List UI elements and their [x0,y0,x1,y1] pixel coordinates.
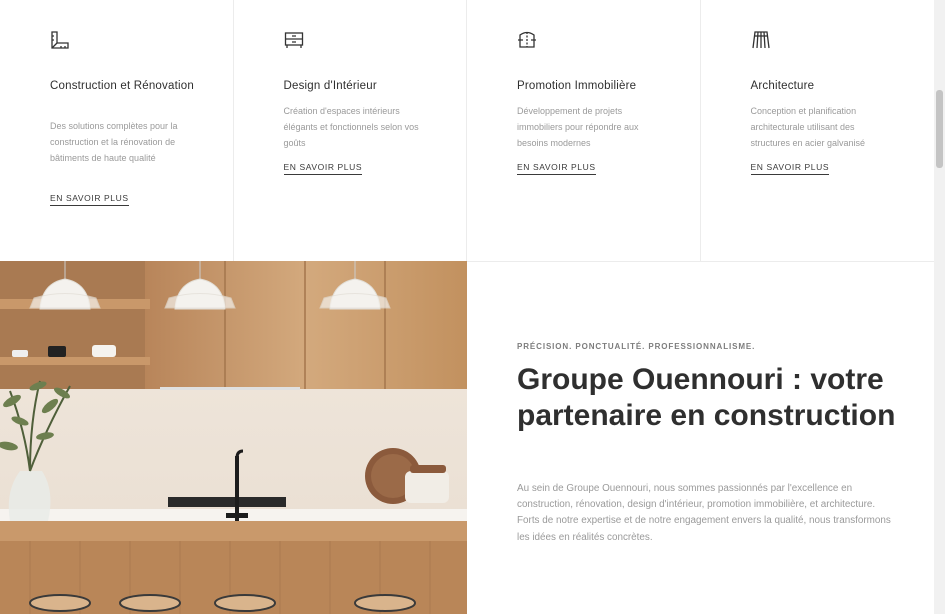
service-title: Construction et Rénovation [50,80,194,92]
service-description: Des solutions complètes pour la construc… [50,121,178,163]
service-card-architecture: Architecture Conception et planification… [701,0,935,261]
service-card-interior-design: Design d'Intérieur Création d'espaces in… [234,0,467,261]
kitchen-image [0,261,467,614]
modern-kitchen-illustration [0,261,467,614]
learn-more-link[interactable]: EN SAVOIR PLUS [50,193,129,206]
building-blueprint-icon [518,31,536,48]
service-title: Architecture [750,80,815,92]
services-grid: Construction et Rénovation Des solutions… [0,0,934,262]
service-card-real-estate: Promotion Immobilière Développement de p… [467,0,701,261]
about-section: PRÉCISION. PONCTUALITÉ. PROFESSIONNALISM… [467,261,934,614]
square-ruler-icon [51,31,69,49]
page-scrollbar[interactable] [934,0,945,614]
service-title: Promotion Immobilière [517,80,637,92]
service-description: Conception et planification architectura… [750,106,866,148]
cabinet-icon [284,32,303,48]
service-card-construction: Construction et Rénovation Des solutions… [0,0,234,261]
service-title: Design d'Intérieur [283,80,377,92]
learn-more-link[interactable]: EN SAVOIR PLUS [517,162,596,175]
learn-more-link[interactable]: EN SAVOIR PLUS [750,162,830,175]
scrollbar-thumb[interactable] [936,90,943,168]
about-description: Au sein de Groupe Ouennouri, nous sommes… [517,483,891,543]
learn-more-link[interactable]: EN SAVOIR PLUS [283,162,363,175]
about-headline: Groupe Ouennouri : votre partenaire en c… [517,363,896,432]
steel-structure-icon [751,31,770,49]
about-eyebrow: PRÉCISION. PONCTUALITÉ. PROFESSIONNALISM… [517,342,756,351]
service-description: Création d'espaces intérieurs élégants e… [283,106,419,148]
service-description: Développement de projets immobiliers pou… [517,106,639,148]
